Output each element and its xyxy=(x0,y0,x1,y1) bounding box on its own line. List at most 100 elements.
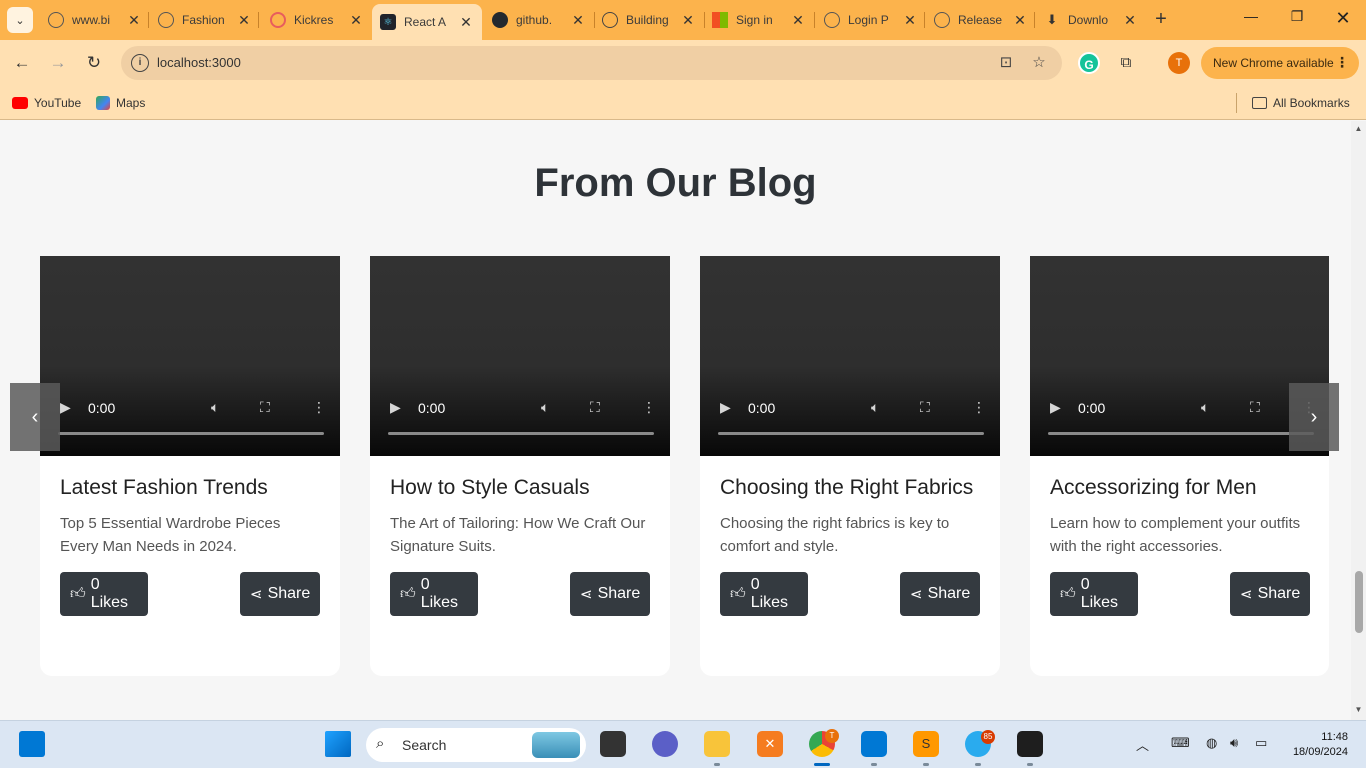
play-icon[interactable]: ▶ xyxy=(60,399,71,416)
volume-icon[interactable]: 🔈︎ xyxy=(871,399,879,416)
share-button[interactable]: ⋖ Share xyxy=(570,572,650,616)
minimize-button[interactable]: — xyxy=(1228,8,1274,32)
tab-title: github. xyxy=(516,13,553,27)
like-button[interactable]: 👍︎ 0 Likes xyxy=(1050,572,1138,616)
video-player[interactable]: ▶ 0:00 🔈︎ ⛶ ⋮ xyxy=(1030,256,1329,456)
tab-9[interactable]: ⬇ Downlo ✕ xyxy=(1036,6,1146,34)
terminal-icon[interactable] xyxy=(1017,731,1043,757)
vscode-icon[interactable] xyxy=(861,731,887,757)
tab-6[interactable]: Sign in ✕ xyxy=(704,6,814,34)
tab-1[interactable]: Fashion ✕ xyxy=(150,6,260,34)
likes-label: 0 Likes xyxy=(750,576,789,611)
close-icon[interactable]: ✕ xyxy=(236,12,252,29)
system-clock[interactable]: 11:48 18/09/2024 xyxy=(1284,730,1348,760)
bookmark-maps[interactable]: Maps xyxy=(96,93,145,113)
chevron-up-icon[interactable]: ︿ xyxy=(1136,735,1149,754)
close-icon[interactable]: ✕ xyxy=(680,12,696,29)
more-options-icon[interactable]: ⋮ xyxy=(642,399,656,416)
tab-search-icon[interactable]: ⌄ xyxy=(7,7,33,33)
fullscreen-icon[interactable]: ⛶ xyxy=(920,399,930,416)
task-view-icon[interactable] xyxy=(600,731,626,757)
new-tab-button[interactable]: + xyxy=(1150,8,1172,30)
new-chrome-available-button[interactable]: New Chrome available ⋮ xyxy=(1201,47,1359,79)
video-progress-track[interactable] xyxy=(718,432,984,435)
fullscreen-icon[interactable]: ⛶ xyxy=(590,399,600,416)
site-info-icon[interactable]: i xyxy=(131,54,149,72)
close-icon[interactable]: ✕ xyxy=(458,14,474,31)
close-icon[interactable]: ✕ xyxy=(1122,12,1138,29)
tab-8[interactable]: Release ✕ xyxy=(926,6,1036,34)
video-progress-track[interactable] xyxy=(1048,432,1314,435)
widgets-icon[interactable] xyxy=(19,731,45,757)
close-icon[interactable]: ✕ xyxy=(790,12,806,29)
battery-icon[interactable]: ▭ xyxy=(1255,735,1267,751)
scrollbar-thumb[interactable] xyxy=(1355,571,1363,633)
carousel-next-button[interactable]: › xyxy=(1289,383,1339,451)
video-player[interactable]: ▶ 0:00 🔈︎ ⛶ ⋮ xyxy=(40,256,340,456)
like-button[interactable]: 👍︎ 0 Likes xyxy=(720,572,808,616)
tab-4[interactable]: github. ✕ xyxy=(484,6,594,34)
fullscreen-icon[interactable]: ⛶ xyxy=(260,399,270,416)
tab-5[interactable]: Building ✕ xyxy=(594,6,704,34)
close-icon[interactable]: ✕ xyxy=(1012,12,1028,29)
share-button[interactable]: ⋖ Share xyxy=(240,572,320,616)
video-progress-track[interactable] xyxy=(388,432,654,435)
play-icon[interactable]: ▶ xyxy=(390,399,401,416)
profile-avatar[interactable]: T xyxy=(1168,52,1190,74)
fullscreen-icon[interactable]: ⛶ xyxy=(1250,399,1260,416)
volume-icon[interactable]: 🔈︎ xyxy=(541,399,549,416)
grammarly-icon[interactable]: G xyxy=(1078,52,1100,74)
bookmark-label: YouTube xyxy=(34,96,82,110)
running-indicator xyxy=(871,763,877,766)
like-button[interactable]: 👍︎ 0 Likes xyxy=(390,572,478,616)
thumbs-up-icon: 👍︎ xyxy=(70,585,86,602)
tab-title: Release xyxy=(958,13,1003,27)
video-player[interactable]: ▶ 0:00 🔈︎ ⛶ ⋮ xyxy=(370,256,670,456)
keyboard-icon[interactable]: ⌨ xyxy=(1171,735,1190,751)
extensions-icon[interactable]: ⧉ xyxy=(1115,52,1137,74)
volume-icon[interactable]: 🔈︎ xyxy=(1201,399,1209,416)
restore-button[interactable]: ❐ xyxy=(1274,8,1320,32)
back-button[interactable]: ← xyxy=(10,51,34,75)
taskbar-search[interactable]: ⌕ Search xyxy=(366,728,586,762)
carousel-prev-button[interactable]: ‹ xyxy=(10,383,60,451)
close-icon[interactable]: ✕ xyxy=(902,12,918,29)
volume-icon[interactable]: 🔈︎ xyxy=(211,399,219,416)
bookmark-star-icon[interactable]: ☆ xyxy=(1030,54,1048,72)
close-icon[interactable]: ✕ xyxy=(570,12,586,29)
bookmark-youtube[interactable]: YouTube xyxy=(12,93,81,113)
network-icon[interactable]: ◍ xyxy=(1206,735,1217,751)
teams-chat-icon[interactable] xyxy=(652,731,678,757)
address-bar[interactable]: i localhost:3000 ⊡ ☆ xyxy=(121,46,1062,80)
more-options-icon[interactable]: ⋮ xyxy=(312,399,326,416)
close-icon[interactable]: ✕ xyxy=(126,12,142,29)
share-button[interactable]: ⋖ Share xyxy=(1230,572,1310,616)
video-player[interactable]: ▶ 0:00 🔈︎ ⛶ ⋮ xyxy=(700,256,1000,456)
url-text[interactable]: localhost:3000 xyxy=(157,55,241,70)
tab-0[interactable]: www.bi ✕ xyxy=(40,6,150,34)
play-icon[interactable]: ▶ xyxy=(1050,399,1061,416)
share-button[interactable]: ⋖ Share xyxy=(900,572,980,616)
tab-2[interactable]: Kickres ✕ xyxy=(262,6,372,34)
file-explorer-icon[interactable] xyxy=(704,731,730,757)
like-button[interactable]: 👍︎ 0 Likes xyxy=(60,572,148,616)
windows-start-icon[interactable] xyxy=(325,731,351,757)
video-progress-track[interactable] xyxy=(58,432,324,435)
tab-3-active[interactable]: ⚛ React A ✕ xyxy=(372,4,482,40)
play-icon[interactable]: ▶ xyxy=(720,399,731,416)
close-icon[interactable]: ✕ xyxy=(348,12,364,29)
volume-icon[interactable]: 🔊︎ xyxy=(1230,735,1238,751)
tab-7[interactable]: Login P ✕ xyxy=(816,6,926,34)
more-options-icon[interactable]: ⋮ xyxy=(972,399,986,416)
close-window-button[interactable]: ✕ xyxy=(1320,8,1366,32)
all-bookmarks-button[interactable]: All Bookmarks xyxy=(1252,93,1350,113)
scroll-down-arrow-icon[interactable]: ▼ xyxy=(1351,705,1366,714)
install-app-icon[interactable]: ⊡ xyxy=(997,54,1015,72)
post-title: Latest Fashion Trends xyxy=(60,476,268,499)
scroll-up-arrow-icon[interactable]: ▲ xyxy=(1351,124,1366,133)
reload-button[interactable]: ↻ xyxy=(82,51,106,75)
sublime-text-icon[interactable]: S xyxy=(913,731,939,757)
page-scrollbar[interactable]: ▲ ▼ xyxy=(1351,121,1366,720)
xampp-icon[interactable]: ✕ xyxy=(757,731,783,757)
forward-button[interactable]: → xyxy=(46,51,70,75)
